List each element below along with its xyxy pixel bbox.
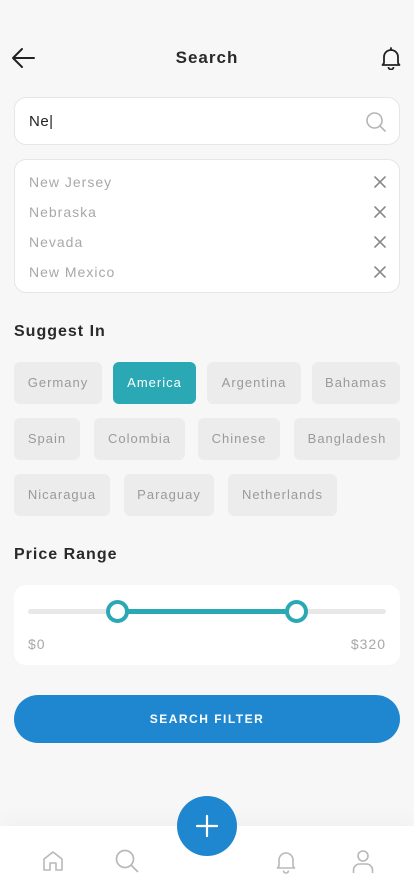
close-icon[interactable]: [373, 265, 387, 279]
chip-netherlands[interactable]: Netherlands: [228, 474, 337, 516]
notification-button[interactable]: [380, 46, 402, 71]
chip-nicaragua[interactable]: Nicaragua: [14, 474, 110, 516]
price-min-label: $0: [28, 636, 46, 652]
result-label: Nebraska: [29, 204, 97, 220]
close-icon[interactable]: [373, 175, 387, 189]
page-title: Search: [175, 48, 239, 67]
price-slider-max-handle[interactable]: [285, 600, 308, 623]
price-range-title: Price Range: [14, 546, 118, 563]
plus-icon: [195, 814, 219, 838]
result-label: Nevada: [29, 234, 84, 250]
search-filter-button[interactable]: SEARCH FILTER: [14, 695, 400, 743]
search-input[interactable]: [29, 98, 349, 144]
bell-icon: [276, 852, 296, 874]
nav-notifications[interactable]: [273, 848, 299, 874]
header: Search: [0, 40, 414, 76]
user-icon: [352, 850, 374, 873]
close-icon[interactable]: [373, 235, 387, 249]
price-max-label: $320: [350, 636, 386, 652]
chip-america[interactable]: America: [113, 362, 196, 404]
price-slider-min-handle[interactable]: [106, 600, 129, 623]
chip-spain[interactable]: Spain: [14, 418, 80, 460]
search-icon: [115, 849, 139, 873]
list-item[interactable]: Nevada: [15, 227, 399, 257]
nav-profile[interactable]: [350, 848, 376, 874]
suggest-title: Suggest In: [14, 323, 106, 340]
result-label: New Mexico: [29, 264, 116, 280]
price-slider-fill: [117, 609, 297, 614]
nav-home[interactable]: [40, 848, 66, 874]
chip-bahamas[interactable]: Bahamas: [312, 362, 400, 404]
search-results-list: New Jersey Nebraska Nevada New Mexico: [14, 159, 400, 293]
chip-germany[interactable]: Germany: [14, 362, 102, 404]
chip-bangladesh[interactable]: Bangladesh: [294, 418, 400, 460]
chip-chinese[interactable]: Chinese: [198, 418, 280, 460]
list-item[interactable]: New Jersey: [15, 167, 399, 197]
chip-argentina[interactable]: Argentina: [207, 362, 301, 404]
search-icon[interactable]: [365, 111, 387, 133]
search-box: [14, 97, 400, 145]
chip-paraguay[interactable]: Paraguay: [124, 474, 214, 516]
add-button[interactable]: [177, 796, 237, 856]
nav-search[interactable]: [114, 848, 140, 874]
list-item[interactable]: Nebraska: [15, 197, 399, 227]
bell-icon: [381, 47, 401, 71]
price-range-card: $0 $320: [14, 585, 400, 665]
price-slider-track[interactable]: [28, 600, 386, 623]
home-icon: [43, 851, 63, 871]
result-label: New Jersey: [29, 174, 113, 190]
chip-colombia[interactable]: Colombia: [94, 418, 185, 460]
close-icon[interactable]: [373, 205, 387, 219]
list-item[interactable]: New Mexico: [15, 257, 399, 287]
